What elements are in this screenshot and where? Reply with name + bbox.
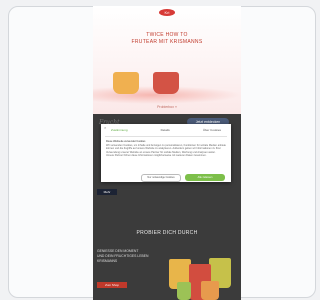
tab-consent[interactable]: Zustimmung [111, 128, 128, 132]
product-cup-image [113, 72, 139, 94]
promo-text-line-1: GENIESSE DEN MOMENT [97, 249, 139, 253]
promo-text-line-2: UND DEIN FRUCHTIGES LEBEN [97, 254, 149, 258]
hero-subtitle[interactable]: Probierbox » [93, 105, 241, 109]
necessary-only-button[interactable]: Nur notwendige Cookies [141, 174, 181, 182]
hero-banner: Kri TWICE HOW TO FRUTEAR MIT KRISMANNS P… [93, 6, 241, 114]
hero-title-line-2: FRUTEAR MIT KRISMANNS [131, 39, 203, 45]
promo-text-line-3: KRISMANNS [97, 259, 118, 263]
accept-all-button[interactable]: Alle zulassen [185, 174, 225, 181]
hero-title-line-1: TWICE HOW TO [146, 32, 188, 38]
brand-logo[interactable]: Kri [159, 9, 175, 16]
consent-body: Diese Webseite verwendet Cookies Wir ver… [106, 140, 226, 158]
product-cup-image [153, 72, 179, 94]
product-jar-image [177, 282, 191, 300]
shop-button[interactable]: Zum Shop [97, 282, 127, 288]
tab-divider [105, 136, 227, 137]
tab-about-cookies[interactable]: Über Cookies [203, 128, 221, 132]
consent-text-line: Unsere Partner führen diese Informatione… [106, 154, 207, 158]
section-title: PROBIER DICH DURCH [136, 230, 198, 236]
tab-details[interactable]: Details [161, 128, 170, 132]
consent-buttons: Nur notwendige Cookies Alle zulassen [141, 174, 225, 182]
cookie-consent-dialog: × Zustimmung Details Über Cookies Diese … [101, 124, 231, 182]
consent-tabs: Zustimmung Details Über Cookies [105, 127, 227, 132]
more-button[interactable]: Mehr [97, 189, 117, 195]
product-jar-image [201, 281, 219, 300]
close-icon[interactable]: × [104, 126, 108, 130]
